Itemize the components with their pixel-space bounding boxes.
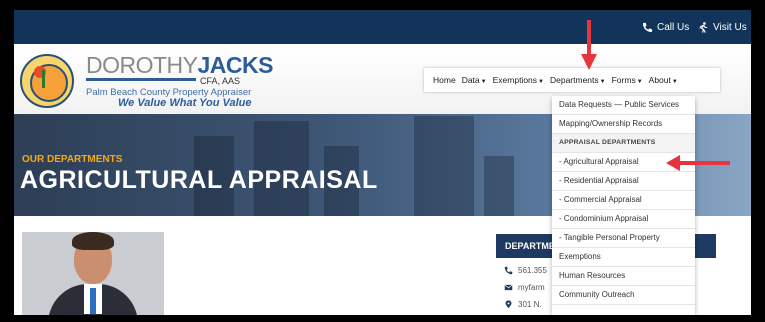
caret-down-icon: ▼ [636,79,643,85]
menu-item-community-outreach[interactable]: Community Outreach [552,286,695,305]
call-us-label: Call Us [657,21,690,33]
menu-item-commercial[interactable]: - Commercial Appraisal [552,191,695,210]
logo-divider [86,78,196,81]
main-navigation: Home Data▼ Exemptions▼ Departments▼ Form… [424,68,720,92]
visit-us-label: Visit Us [713,21,747,33]
contact-phone-text: 561.355 [518,266,547,275]
walking-person-icon [699,21,708,33]
phone-icon [504,266,513,275]
contact-phone[interactable]: 561.355 [504,266,547,275]
departments-dropdown: Data Requests — Public Services Mapping/… [552,96,695,315]
nav-home[interactable]: Home [433,75,456,85]
contact-address-text: 301 N. [518,300,542,309]
logo-name-last: JACKS [197,52,274,78]
map-pin-icon [505,300,512,309]
menu-item-residential[interactable]: - Residential Appraisal [552,172,695,191]
page-title: AGRICULTURAL APPRAISAL [20,166,378,194]
phone-icon [642,22,653,32]
call-us-link[interactable]: Call Us [642,19,689,35]
caret-down-icon: ▼ [671,79,678,85]
menu-section-appraisal: APPRAISAL DEPARTMENTS [552,134,695,153]
county-seal-logo[interactable] [20,54,74,108]
menu-item-exemptions[interactable]: Exemptions [552,248,695,267]
top-bar: Call Us Visit Us [14,10,751,44]
nav-data[interactable]: Data▼ [462,75,487,85]
arrow-left-icon [666,155,730,171]
caret-down-icon: ▼ [538,79,544,85]
caret-down-icon: ▼ [480,79,487,85]
contact-address: 301 N. [504,300,542,309]
menu-item-condominium[interactable]: - Condominium Appraisal [552,210,695,229]
page: Call Us Visit Us DOROTHYJACKS CFA, AAS P… [14,10,751,315]
staff-photo [22,232,164,315]
nav-about[interactable]: About▼ [649,75,678,85]
nav-departments[interactable]: Departments▼ [550,75,606,85]
visit-us-link[interactable]: Visit Us [698,19,747,35]
contact-email[interactable]: myfarm [504,283,545,292]
nav-forms[interactable]: Forms▼ [612,75,643,85]
contact-email-text: myfarm [518,283,545,292]
logo-name-first: DOROTHY [86,52,198,78]
menu-item-tangible[interactable]: - Tangible Personal Property [552,229,695,248]
caret-down-icon: ▼ [599,79,606,85]
envelope-icon [504,284,513,291]
logo-wordmark[interactable]: DOROTHYJACKS [86,52,273,79]
menu-item-mapping[interactable]: Mapping/Ownership Records [552,115,695,134]
menu-item-human-resources[interactable]: Human Resources [552,267,695,286]
arrow-down-icon [581,20,597,70]
nav-exemptions[interactable]: Exemptions▼ [493,75,544,85]
hero-eyebrow: OUR DEPARTMENTS [22,154,123,165]
menu-item-data-requests[interactable]: Data Requests — Public Services [552,96,695,115]
logo-credentials: CFA, AAS [200,76,241,86]
logo-tagline: We Value What You Value [118,97,252,109]
